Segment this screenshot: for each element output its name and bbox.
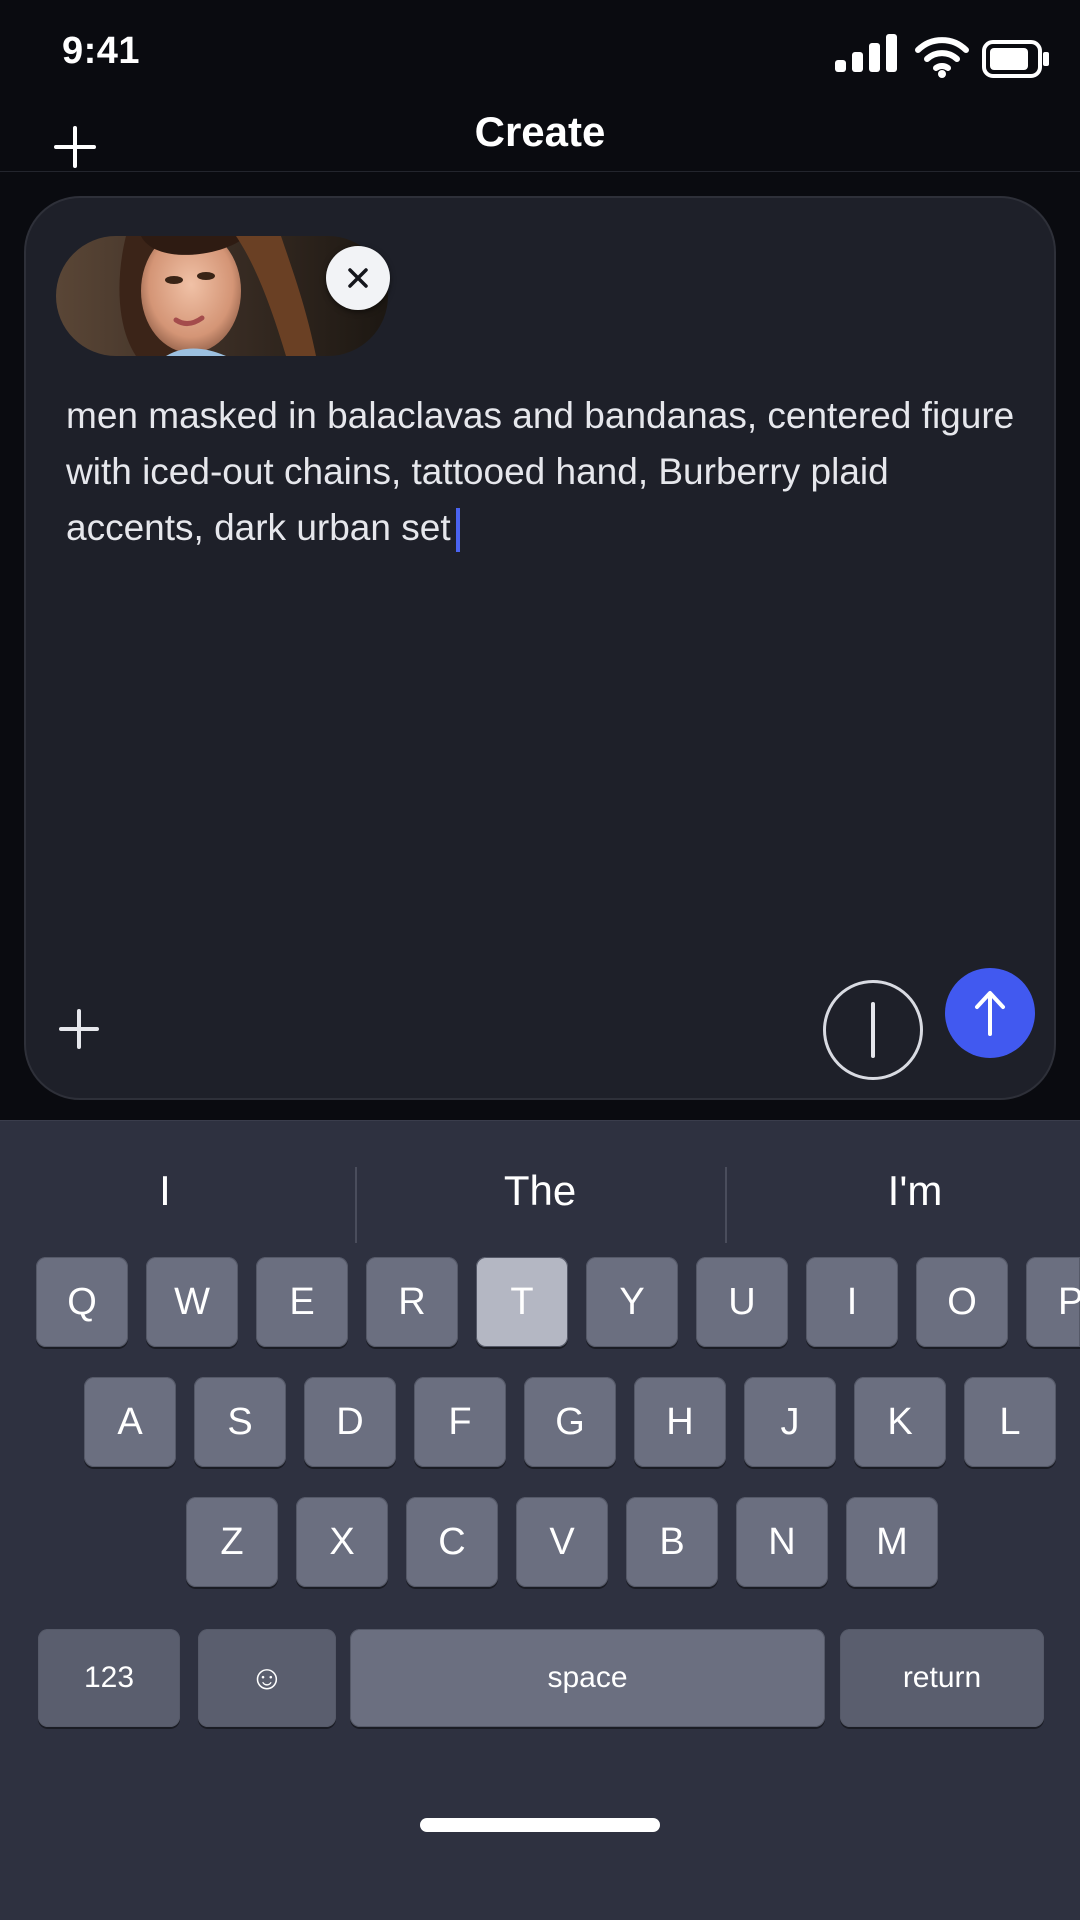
status-bar: 9:41	[0, 0, 1080, 100]
voice-input-button[interactable]	[823, 980, 923, 1080]
page-title: Create	[474, 108, 606, 155]
key-j[interactable]: J	[744, 1377, 836, 1467]
key-w[interactable]: W	[146, 1257, 238, 1347]
prompt-text-value: men masked in balaclavas and bandanas, c…	[66, 395, 1015, 548]
status-time: 9:41	[62, 30, 141, 72]
key-h[interactable]: H	[634, 1377, 726, 1467]
key-n[interactable]: N	[736, 1497, 828, 1587]
prompt-composer: men masked in balaclavas and bandanas, c…	[24, 196, 1056, 1100]
wifi-icon	[915, 37, 969, 78]
send-button[interactable]	[945, 968, 1035, 1058]
space-key[interactable]: space	[350, 1629, 825, 1727]
add-attachment-icon[interactable]	[54, 1004, 104, 1054]
key-a[interactable]: A	[84, 1377, 176, 1467]
key-c[interactable]: C	[406, 1497, 498, 1587]
key-k[interactable]: K	[854, 1377, 946, 1467]
emoji-key[interactable]: ☺	[198, 1629, 336, 1727]
key-m[interactable]: M	[846, 1497, 938, 1587]
key-v[interactable]: V	[516, 1497, 608, 1587]
suggestion-2[interactable]: The	[360, 1141, 720, 1241]
key-r[interactable]: R	[366, 1257, 458, 1347]
numbers-key[interactable]: 123	[38, 1629, 180, 1727]
close-icon	[348, 268, 368, 288]
mic-icon	[871, 1002, 875, 1058]
suggestion-3[interactable]: I'm	[740, 1141, 1080, 1241]
top-bar: Create	[0, 100, 1080, 172]
key-g[interactable]: G	[524, 1377, 616, 1467]
key-l[interactable]: L	[964, 1377, 1056, 1467]
suggestion-1[interactable]: I	[0, 1141, 330, 1241]
return-key[interactable]: return	[840, 1629, 1044, 1727]
key-d[interactable]: D	[304, 1377, 396, 1467]
key-q[interactable]: Q	[36, 1257, 128, 1347]
remove-attachment-button[interactable]	[326, 246, 390, 310]
suggestion-divider	[725, 1167, 727, 1243]
text-cursor	[455, 508, 460, 552]
key-z[interactable]: Z	[186, 1497, 278, 1587]
key-b[interactable]: B	[626, 1497, 718, 1587]
predictive-suggestions: I The I'm	[0, 1141, 1080, 1243]
onscreen-keyboard: I The I'm Q W E R T Y U I O P A S D F G …	[0, 1120, 1080, 1920]
prompt-input[interactable]: men masked in balaclavas and bandanas, c…	[66, 388, 1016, 556]
home-indicator[interactable]	[420, 1818, 660, 1832]
key-f[interactable]: F	[414, 1377, 506, 1467]
suggestion-divider	[355, 1167, 357, 1243]
key-e[interactable]: E	[256, 1257, 348, 1347]
key-s[interactable]: S	[194, 1377, 286, 1467]
key-u[interactable]: U	[696, 1257, 788, 1347]
create-screen: 9:41 Create men masked in balaclavas and…	[0, 0, 1080, 1920]
key-o[interactable]: O	[916, 1257, 1008, 1347]
key-x[interactable]: X	[296, 1497, 388, 1587]
battery-icon	[982, 40, 1049, 78]
key-p[interactable]: P	[1026, 1257, 1080, 1347]
key-t[interactable]: T	[476, 1257, 568, 1347]
signal-icon	[835, 34, 897, 72]
key-y[interactable]: Y	[586, 1257, 678, 1347]
key-i[interactable]: I	[806, 1257, 898, 1347]
arrow-up-icon	[975, 991, 1005, 1036]
